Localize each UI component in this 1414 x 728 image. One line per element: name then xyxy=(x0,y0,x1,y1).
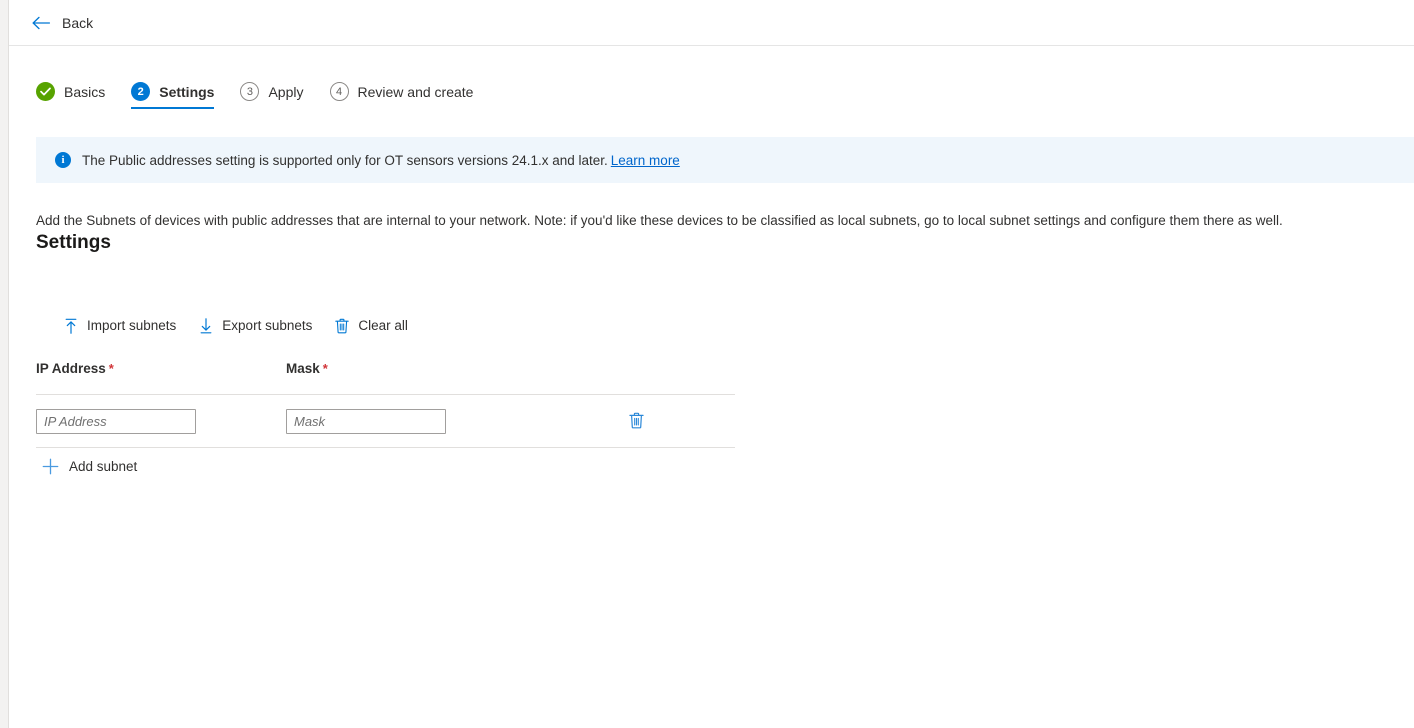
info-banner-text: The Public addresses setting is supporte… xyxy=(82,153,680,168)
upload-arrow-icon xyxy=(64,318,78,334)
import-subnets-label: Import subnets xyxy=(87,319,176,333)
required-asterisk: * xyxy=(109,361,114,376)
wizard-step-review-and-create[interactable]: 4 Review and create xyxy=(330,82,486,109)
learn-more-link[interactable]: Learn more xyxy=(611,153,680,168)
command-bar: Back xyxy=(9,0,1414,46)
info-banner-message: The Public addresses setting is supporte… xyxy=(82,153,608,168)
cell-ip-address xyxy=(36,409,286,434)
column-header-mask-label: Mask xyxy=(286,361,320,376)
left-rail xyxy=(0,0,8,728)
wizard-step-basics-label: Basics xyxy=(64,85,105,99)
cell-mask xyxy=(286,409,536,434)
trash-icon xyxy=(335,318,349,334)
export-subnets-button[interactable]: Export subnets xyxy=(195,314,320,338)
ip-address-input[interactable] xyxy=(36,409,196,434)
download-arrow-icon xyxy=(199,318,213,334)
column-header-ip-address-label: IP Address xyxy=(36,361,106,376)
back-button-label: Back xyxy=(62,16,93,30)
plus-icon xyxy=(42,458,59,475)
wizard-step-settings-badge: 2 xyxy=(131,82,150,101)
cell-actions xyxy=(536,409,735,434)
add-subnet-button[interactable]: Add subnet xyxy=(36,453,145,480)
clear-all-label: Clear all xyxy=(358,319,408,333)
info-banner: i The Public addresses setting is suppor… xyxy=(36,137,1414,183)
wizard-step-apply-badge: 3 xyxy=(240,82,259,101)
wizard-steps: Basics 2 Settings 3 Apply 4 Review and c… xyxy=(36,82,485,109)
wizard-step-review-label: Review and create xyxy=(358,85,474,99)
page-description: Add the Subnets of devices with public a… xyxy=(36,212,1283,230)
delete-row-button[interactable] xyxy=(626,409,647,432)
add-subnet-label: Add subnet xyxy=(69,460,137,474)
column-header-mask: Mask* xyxy=(286,361,536,376)
wizard-step-settings[interactable]: 2 Settings xyxy=(131,82,226,109)
page-title: Settings xyxy=(36,232,111,254)
left-rail-divider xyxy=(8,0,9,728)
export-subnets-label: Export subnets xyxy=(222,319,312,333)
trash-icon xyxy=(629,417,644,432)
clear-all-button[interactable]: Clear all xyxy=(331,314,416,338)
wizard-step-apply[interactable]: 3 Apply xyxy=(240,82,315,109)
wizard-step-basics[interactable]: Basics xyxy=(36,82,117,109)
import-subnets-button[interactable]: Import subnets xyxy=(60,314,184,338)
wizard-step-apply-label: Apply xyxy=(268,85,303,99)
info-icon: i xyxy=(55,152,71,168)
column-header-ip-address: IP Address* xyxy=(36,361,286,376)
arrow-left-icon xyxy=(32,16,51,30)
required-asterisk: * xyxy=(323,361,328,376)
table-row xyxy=(36,395,735,448)
subnet-toolbar: Import subnets Export subnets Clear all xyxy=(36,310,735,342)
check-icon xyxy=(36,82,55,101)
subnets-table: IP Address* Mask* xyxy=(36,342,735,448)
wizard-step-settings-label: Settings xyxy=(159,85,214,99)
table-header-row: IP Address* Mask* xyxy=(36,342,735,395)
wizard-step-review-badge: 4 xyxy=(330,82,349,101)
mask-input[interactable] xyxy=(286,409,446,434)
back-button[interactable]: Back xyxy=(28,12,97,34)
